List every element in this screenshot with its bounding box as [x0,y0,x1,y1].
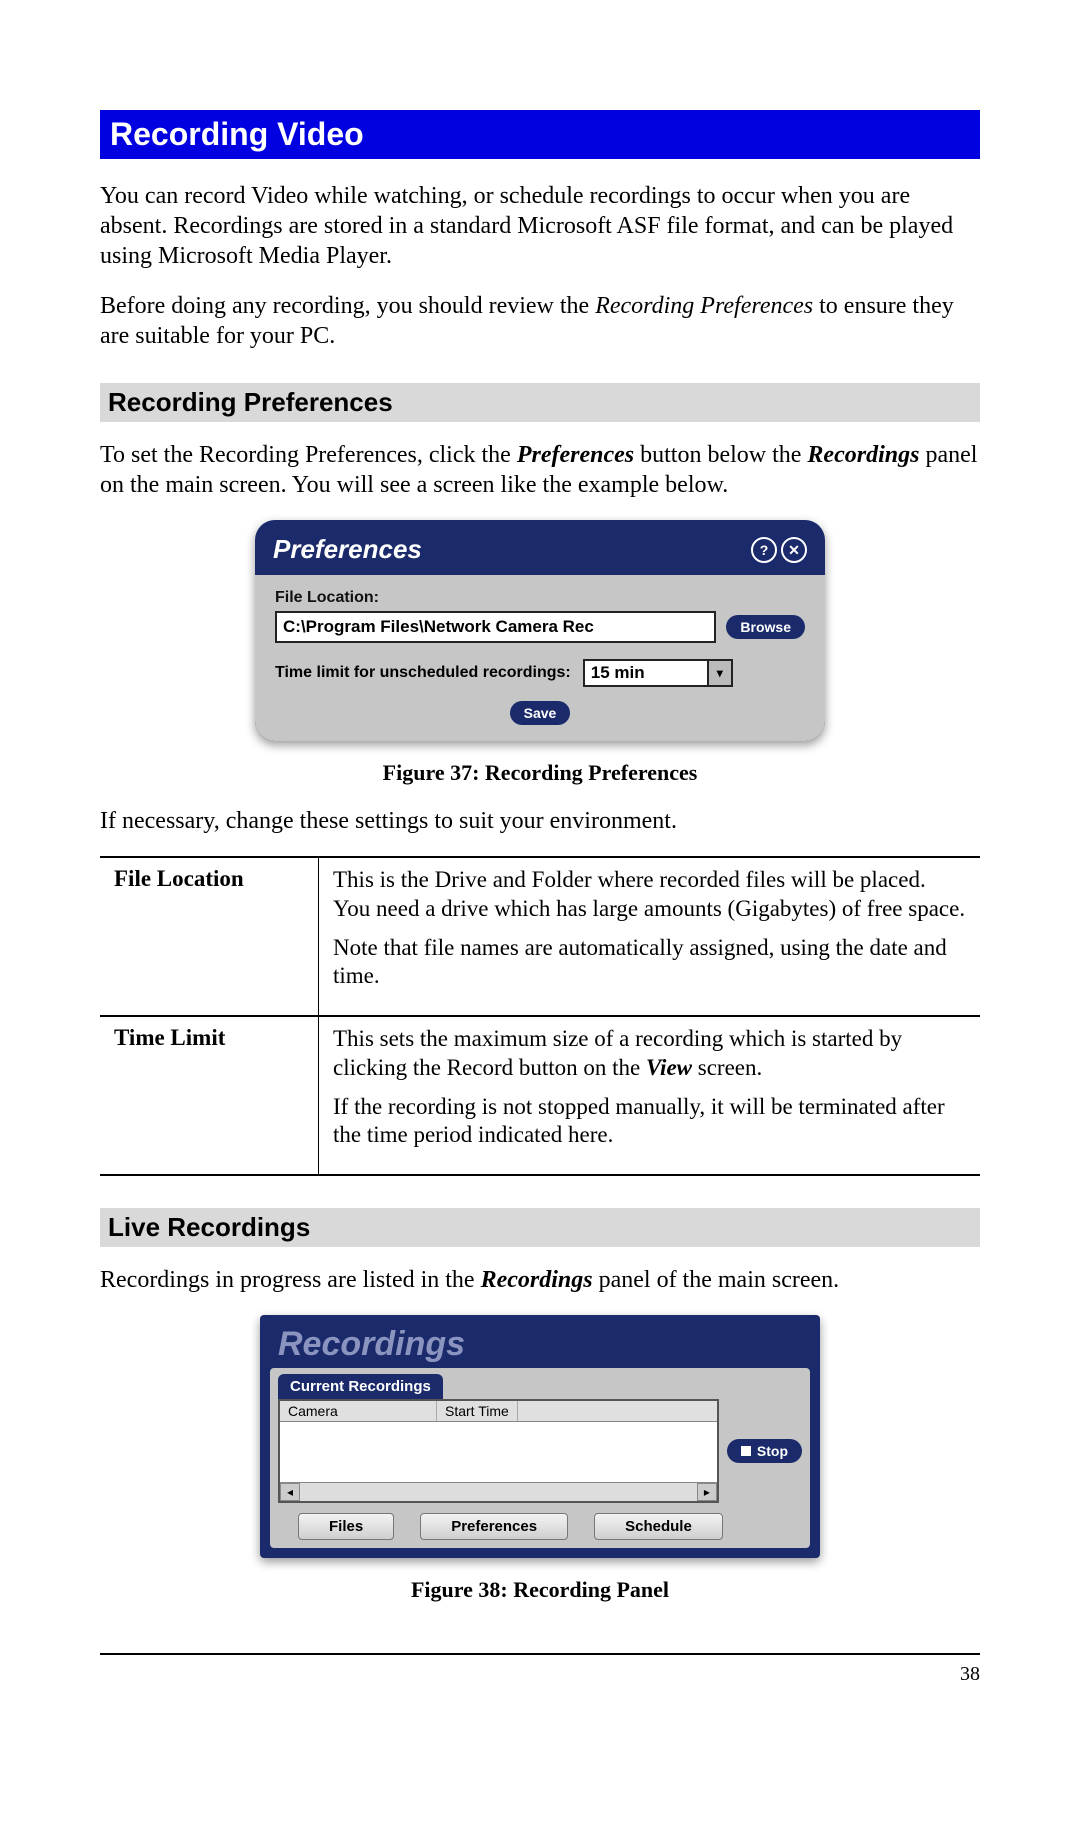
subheading-recording-preferences: Recording Preferences [100,383,980,422]
recordings-list[interactable]: Camera Start Time ◂ ▸ [278,1399,719,1503]
text: Note that file names are automatically a… [333,934,966,992]
horizontal-scrollbar[interactable]: ◂ ▸ [280,1482,717,1501]
text: This sets the maximum size of a recordin… [333,1025,966,1083]
text: If the recording is not stopped manually… [333,1093,966,1151]
chevron-down-icon[interactable]: ▾ [709,659,733,687]
figure-37: Preferences ? ✕ File Location: C:\Progra… [100,520,980,746]
after-fig37-text: If necessary, change these settings to s… [100,806,980,836]
text: This is the Drive and Folder where recor… [333,866,966,924]
text: screen. [692,1055,762,1080]
intro-paragraph-1: You can record Video while watching, or … [100,181,980,271]
stop-button[interactable]: Stop [727,1439,802,1463]
preferences-dialog: Preferences ? ✕ File Location: C:\Progra… [255,520,825,741]
files-button[interactable]: Files [298,1513,394,1540]
page-number: 38 [960,1663,980,1685]
figure-37-caption: Figure 37: Recording Preferences [100,760,980,786]
file-location-label: File Location: [275,589,805,607]
scroll-left-icon[interactable]: ◂ [280,1483,300,1501]
time-limit-select[interactable]: 15 min [583,659,709,687]
page-footer: 38 [100,1653,980,1686]
figure-38-caption: Figure 38: Recording Panel [100,1577,980,1603]
text: Recordings in progress are listed in the [100,1267,481,1293]
text: button below the [634,442,807,468]
recordings-panel: Recordings Current Recordings Camera Sta… [260,1315,820,1558]
text: panel of the main screen. [593,1267,840,1293]
table-row: File Location This is the Drive and Fold… [100,857,980,1016]
section-heading: Recording Video [100,110,980,159]
figure-38: Recordings Current Recordings Camera Sta… [100,1315,980,1563]
subheading-live-recordings: Live Recordings [100,1208,980,1247]
recordings-title: Recordings [260,1315,820,1368]
help-icon[interactable]: ? [751,537,777,563]
time-limit-label: Time limit for unscheduled recordings: [275,664,571,682]
row2-desc: This sets the maximum size of a recordin… [319,1016,981,1175]
preferences-button[interactable]: Preferences [420,1513,568,1540]
settings-table: File Location This is the Drive and Fold… [100,856,980,1176]
sub1-paragraph: To set the Recording Preferences, click … [100,440,980,500]
dialog-title: Preferences [273,534,422,565]
text: To set the Recording Preferences, click … [100,442,517,468]
close-icon[interactable]: ✕ [781,537,807,563]
column-start-time[interactable]: Start Time [437,1401,518,1421]
text-bolditalic: Recordings [807,442,919,468]
column-camera[interactable]: Camera [280,1401,437,1421]
row1-label: File Location [100,857,319,1016]
text: Before doing any recording, you should r… [100,293,595,319]
schedule-button[interactable]: Schedule [594,1513,723,1540]
sub2-paragraph: Recordings in progress are listed in the… [100,1265,980,1295]
file-location-input[interactable]: C:\Program Files\Network Camera Rec [275,611,716,643]
table-row: Time Limit This sets the maximum size of… [100,1016,980,1175]
text-italic: View [646,1055,692,1080]
text-italic: Recording Preferences [595,293,813,319]
tab-current-recordings[interactable]: Current Recordings [278,1374,443,1399]
intro-paragraph-2: Before doing any recording, you should r… [100,291,980,351]
save-button[interactable]: Save [510,701,571,725]
row2-label: Time Limit [100,1016,319,1175]
row1-desc: This is the Drive and Folder where recor… [319,857,981,1016]
text: This sets the maximum size of a recordin… [333,1026,902,1080]
text-bolditalic: Recordings [481,1267,593,1293]
stop-label: Stop [757,1443,788,1459]
scroll-right-icon[interactable]: ▸ [697,1483,717,1501]
stop-icon [741,1446,751,1456]
text-bolditalic: Preferences [517,442,634,468]
browse-button[interactable]: Browse [726,615,805,639]
